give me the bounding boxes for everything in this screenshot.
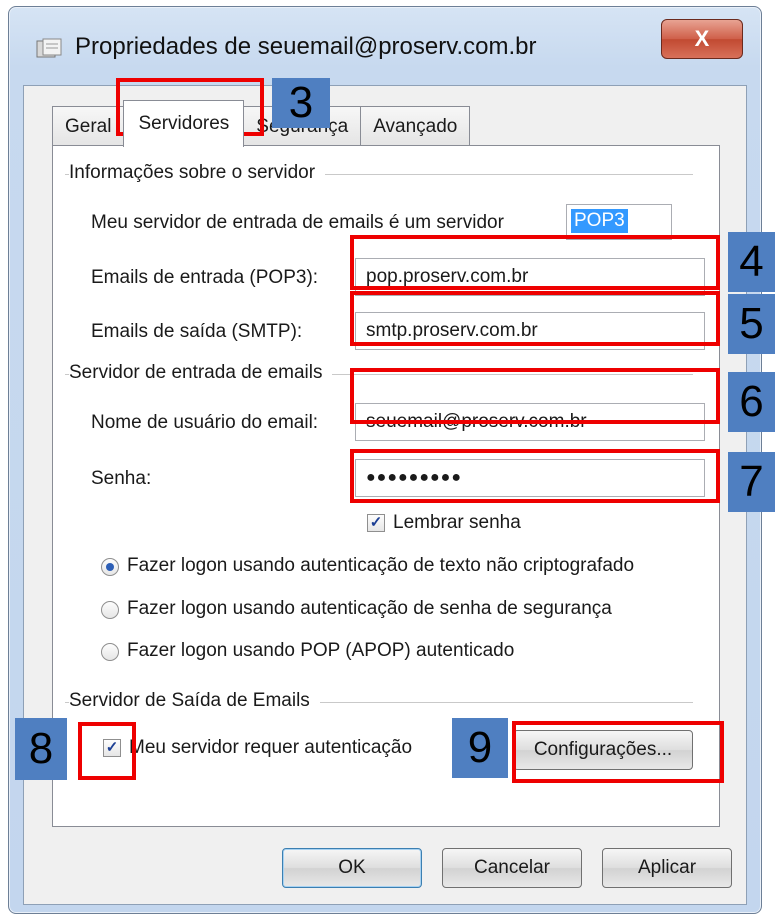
apply-button[interactable]: Aplicar	[602, 848, 732, 888]
tab-geral[interactable]: Geral	[52, 106, 125, 147]
close-button[interactable]: X	[661, 19, 743, 59]
step-badge-4: 4	[728, 232, 775, 292]
auth-option-plaintext-label: Fazer logon usando autenticação de texto…	[127, 555, 635, 576]
password-label: Senha:	[91, 468, 152, 489]
step-badge-7: 7	[728, 452, 775, 512]
tab-avancado[interactable]: Avançado	[360, 106, 471, 147]
highlight-outgoing-server	[350, 291, 720, 346]
tab-servidores[interactable]: Servidores	[123, 100, 245, 147]
step-badge-3: 3	[272, 78, 330, 128]
auth-option-spa-radio[interactable]	[101, 601, 119, 619]
auth-option-plaintext-radio[interactable]	[101, 558, 119, 576]
ok-button[interactable]: OK	[282, 848, 422, 888]
incoming-server-group-label: Servidor de entrada de emails	[69, 362, 333, 384]
highlight-settings-button	[512, 721, 724, 783]
requires-auth-label: Meu servidor requer autenticação	[129, 737, 413, 758]
highlight-username	[350, 368, 720, 424]
step-badge-6: 6	[728, 372, 775, 432]
auth-option-spa-label: Fazer logon usando autenticação de senha…	[127, 598, 612, 619]
remember-password-label: Lembrar senha	[393, 512, 521, 533]
auth-option-apop-radio[interactable]	[101, 643, 119, 661]
outgoing-server-label: Emails de saída (SMTP):	[91, 321, 303, 342]
incoming-type-value: POP3	[571, 209, 628, 233]
username-label: Nome de usuário do email:	[91, 412, 319, 433]
incoming-server-label: Emails de entrada (POP3):	[91, 267, 319, 288]
highlight-password	[350, 449, 720, 503]
cancel-button[interactable]: Cancelar	[442, 848, 582, 888]
step-badge-8: 8	[15, 718, 67, 780]
step-badge-9: 9	[452, 718, 508, 778]
title-bar: Propriedades de seuemail@proserv.com.br …	[9, 7, 761, 87]
mail-account-icon	[36, 38, 62, 58]
window-title: Propriedades de seuemail@proserv.com.br	[75, 33, 537, 60]
incoming-type-label: Meu servidor de entrada de emails é um s…	[91, 212, 504, 233]
server-info-group-label: Informações sobre o servidor	[69, 162, 326, 184]
step-badge-5: 5	[728, 294, 775, 354]
highlight-requires-auth	[78, 722, 136, 780]
remember-password-checkbox[interactable]: ✓	[367, 514, 385, 532]
outgoing-server-group-label: Servidor de Saída de Emails	[69, 690, 320, 712]
highlight-incoming-server	[350, 235, 720, 290]
auth-option-apop-label: Fazer logon usando POP (APOP) autenticad…	[127, 640, 515, 661]
